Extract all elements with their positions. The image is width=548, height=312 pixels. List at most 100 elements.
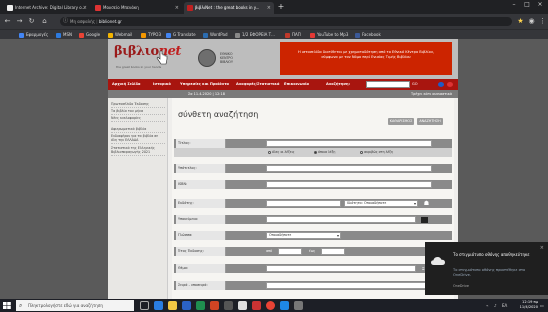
menu-contact[interactable]: Επικοινωνία	[284, 79, 309, 90]
publisher-input[interactable]	[266, 200, 341, 207]
typo3-icon	[141, 33, 146, 38]
subtitle-input[interactable]	[266, 165, 432, 172]
bookmark-webmail[interactable]: Webmail	[108, 31, 132, 39]
home-icon[interactable]: ⌂	[40, 17, 49, 26]
year-to-label: έως	[309, 249, 316, 253]
biblionet-logo[interactable]: βιβλιοnet	[114, 44, 181, 59]
taskbar-clock[interactable]: 12:19 πμ 11/4/2020	[520, 300, 538, 310]
subject-input[interactable]	[266, 216, 416, 223]
menu-services[interactable]: Υπηρεσίες και Προϊόντα	[180, 79, 229, 90]
sidebar-item-front[interactable]: Πρωτοσέλιδο Έκδοσης	[111, 102, 165, 108]
extension-icon[interactable]: ◉	[527, 17, 536, 26]
tab-internet-archive[interactable]: Internet Archive: Digital Library o... ×	[4, 2, 90, 14]
sidebar-item-stats[interactable]: Στατιστικά της Ελληνικής Βιβλιοπαραγωγής…	[111, 146, 165, 156]
excel-icon[interactable]	[196, 301, 205, 310]
close-tab-icon[interactable]: ×	[267, 2, 271, 14]
tab-biblionet[interactable]: βιβλιΝet : the great books in y... ×	[184, 2, 274, 14]
bookmark-star-icon[interactable]: ★	[516, 17, 525, 26]
site-search-go-button[interactable]: GO	[412, 80, 418, 89]
close-window-icon[interactable]: ×	[534, 1, 546, 8]
site-search-input[interactable]	[366, 81, 410, 88]
ekebi-name: ΕΘΝΙΚΟ ΚΕΝΤΡΟ ΒΙΒΛΙΟΥ	[220, 52, 233, 64]
language-select[interactable]: Οποιαδήποτε ▾	[266, 232, 341, 239]
menu-history[interactable]: Ιστορικό	[153, 79, 171, 90]
person-icon[interactable]: ☗	[423, 200, 430, 207]
bookmark-google[interactable]: Google	[79, 31, 100, 39]
sidebar-item-new[interactable]: Νέες κυκλοφορίες	[111, 116, 165, 122]
subject-row: Υποκείμενο:	[174, 215, 452, 224]
back-arrow-icon[interactable]: ←	[3, 17, 12, 26]
tab-benaki[interactable]: Μουσείο Μπενάκη ×	[92, 2, 182, 14]
sidebar-item-month[interactable]: Τα βιβλία του μήνα	[111, 109, 165, 115]
forward-arrow-icon[interactable]: →	[15, 17, 24, 26]
english-flag-icon[interactable]	[447, 82, 453, 87]
msn-icon	[56, 33, 61, 38]
network-icon[interactable]: ⌁	[486, 303, 491, 308]
info-icon[interactable]: ⓘ	[63, 17, 68, 26]
tab-label: Internet Archive: Digital Library o...	[15, 5, 86, 10]
bookmark-pap[interactable]: ΠΑΠ	[285, 31, 301, 39]
book-icon[interactable]	[421, 216, 428, 223]
isbn-label: ISBN:	[176, 180, 226, 189]
clear-button[interactable]: ΚΑΘΑΡΙΣΜΟΣ	[388, 118, 414, 125]
powerpoint-icon[interactable]	[210, 301, 219, 310]
close-tab-icon[interactable]: ×	[83, 2, 87, 14]
notifications-icon[interactable]: ▭	[540, 303, 545, 308]
maximize-icon[interactable]: □	[521, 1, 533, 8]
windows-start-icon[interactable]	[2, 301, 12, 310]
minimize-icon[interactable]: –	[508, 1, 520, 8]
mail-icon[interactable]	[280, 301, 289, 310]
year-from-input[interactable]	[278, 248, 302, 255]
menu-home[interactable]: Αρχική Σελίδα	[112, 79, 141, 90]
word-icon[interactable]	[182, 301, 191, 310]
year-to-input[interactable]	[321, 248, 345, 255]
pointer-hand-icon	[156, 50, 168, 65]
isbn-row: ISBN:	[174, 180, 452, 189]
language-indicator[interactable]: ΕΛ	[502, 303, 507, 308]
taskbar-search-input[interactable]: ⌕ Πληκτρολογήστε εδώ για αναζήτηση	[16, 300, 134, 311]
new-tab-button[interactable]: +	[276, 2, 286, 12]
close-tab-icon[interactable]: ×	[175, 2, 179, 14]
notepad-icon[interactable]	[238, 301, 247, 310]
bookmark-msn[interactable]: MSN	[56, 31, 72, 39]
series-input[interactable]	[266, 282, 432, 289]
bookmark-apps[interactable]: Εφαρμογές	[19, 31, 48, 39]
greek-flag-icon[interactable]	[438, 82, 444, 87]
task-view-icon[interactable]	[140, 301, 149, 310]
youtube-icon	[310, 33, 315, 38]
bookmark-eforeia[interactable]: 1/2 ΕΦΟΡΕΙΑ Τ...	[235, 31, 275, 39]
theme-row: Θέμα: ⚏	[174, 264, 452, 273]
edge-icon[interactable]	[154, 301, 163, 310]
menu-reports[interactable]: Αναφορές/Στατιστικά	[236, 79, 279, 90]
acrobat-icon[interactable]	[252, 301, 261, 310]
reload-icon[interactable]: ↻	[27, 17, 36, 26]
toast-title: Το στιγμιότυπο οθόνης αποθηκεύτηκε	[453, 252, 530, 257]
title-input[interactable]	[266, 140, 432, 147]
sidebar-item-interest[interactable]: Ενδιαφέρον για τα βιβλία σε όλη την ΕΛΛΑ…	[111, 134, 165, 144]
screenshot-saved-toast[interactable]: Το στιγμιότυπο οθόνης αποθηκεύτηκε Το στ…	[425, 242, 548, 295]
isbn-input[interactable]	[266, 181, 432, 188]
volume-icon[interactable]: ♪	[494, 303, 499, 308]
file-explorer-icon[interactable]	[168, 301, 177, 310]
settings-gear-icon[interactable]	[294, 301, 303, 310]
sidebar-item-tributes[interactable]: Αφιερωματικά βιβλία	[111, 127, 165, 133]
radio-any-word[interactable]: όποια λέξη	[314, 150, 335, 154]
radio-all-words[interactable]: όλες οι λέξεις	[268, 150, 295, 154]
radio-exact[interactable]: ακριβώς στη λέξη	[360, 150, 393, 154]
chrome-icon[interactable]	[266, 301, 275, 310]
publisher-role-select[interactable]: Ιδιότητα: Οποιαδήποτε ▾	[344, 200, 418, 207]
bookmark-gtranslate[interactable]: G Translate	[166, 31, 196, 39]
biblionet-site: βιβλιοnet the great books in your hands …	[108, 39, 458, 299]
bookmark-typo3[interactable]: TYPO3	[141, 31, 161, 39]
address-bar[interactable]: ⓘ Μη ασφαλής | biblionet.gr	[60, 17, 512, 26]
bookmark-youtube-mp3[interactable]: YouTube to Mp3	[310, 31, 348, 39]
search-button[interactable]: ΑΝΑΖΗΤΗΣΗ	[417, 118, 443, 125]
bookmark-facebook[interactable]: Facebook	[355, 31, 381, 39]
bookmark-wordpad[interactable]: WordPad	[203, 31, 228, 39]
year-row: Έτος Έκδοσης: από έως	[174, 247, 452, 256]
calculator-icon[interactable]	[224, 301, 233, 310]
radio-dot	[360, 150, 363, 154]
menu-dots-icon[interactable]: ⋮	[538, 17, 547, 26]
theme-input[interactable]	[266, 265, 416, 272]
toast-close-icon[interactable]: ×	[540, 245, 544, 251]
